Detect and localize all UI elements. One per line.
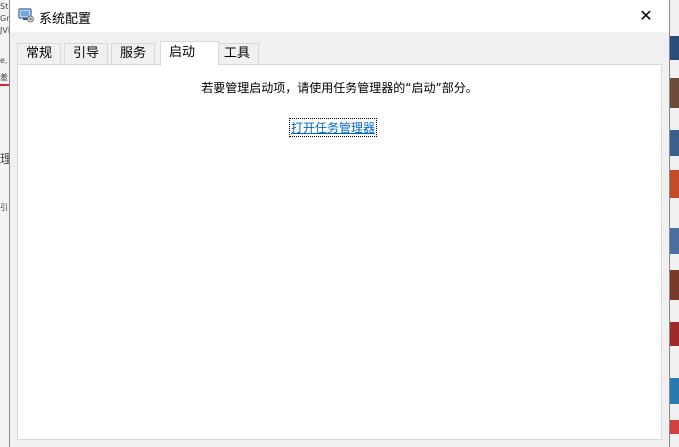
bg-thumbnail [670,378,679,404]
bg-thumbnail [670,170,679,198]
bg-text-fragment: JVI [0,26,9,35]
bg-thumbnail [670,420,679,434]
tab-tools[interactable]: 工具 [215,43,260,64]
bg-thumbnail [670,36,679,60]
background-window-right [670,0,679,447]
tab-startup[interactable]: 启动 [160,41,219,66]
bg-thumbnail [670,78,679,108]
tab-boot[interactable]: 引导 [64,43,109,64]
close-icon: ✕ [639,6,653,25]
bg-thumbnail [670,270,679,300]
bg-text-fragment: 引 [0,203,8,212]
system-config-icon [18,7,34,23]
bg-text-fragment: 羞 [0,73,8,82]
bg-thumbnail [670,228,679,254]
open-task-manager-link[interactable]: 打开任务管理器 [288,118,378,137]
bg-text-fragment: St [0,2,9,11]
startup-message: 若要管理启动项，请使用任务管理器的“启动”部分。 [201,81,478,95]
window-title: 系统配置 [39,12,92,27]
bg-red-line [0,84,9,86]
background-window-left: St Gri JVI e, 羞 理 引 [0,0,9,447]
tab-services[interactable]: 服务 [111,43,156,64]
startup-panel: 若要管理启动项，请使用任务管理器的“启动”部分。 打开任务管理器 [17,64,662,440]
bg-thumbnail [670,130,679,156]
system-config-dialog: 系统配置 ✕ 常规 引导 服务 启动 工具 若要管理启动项，请使用任务管理器的“… [9,0,670,447]
bg-thumbnail [670,322,679,346]
bg-text-fragment: 理 [0,152,9,166]
close-button[interactable]: ✕ [623,0,669,31]
bg-text-fragment: Gri [0,14,9,23]
title-bar[interactable]: 系统配置 ✕ [10,0,669,32]
bg-text-fragment: e, [0,56,8,65]
tab-general[interactable]: 常规 [17,43,62,64]
